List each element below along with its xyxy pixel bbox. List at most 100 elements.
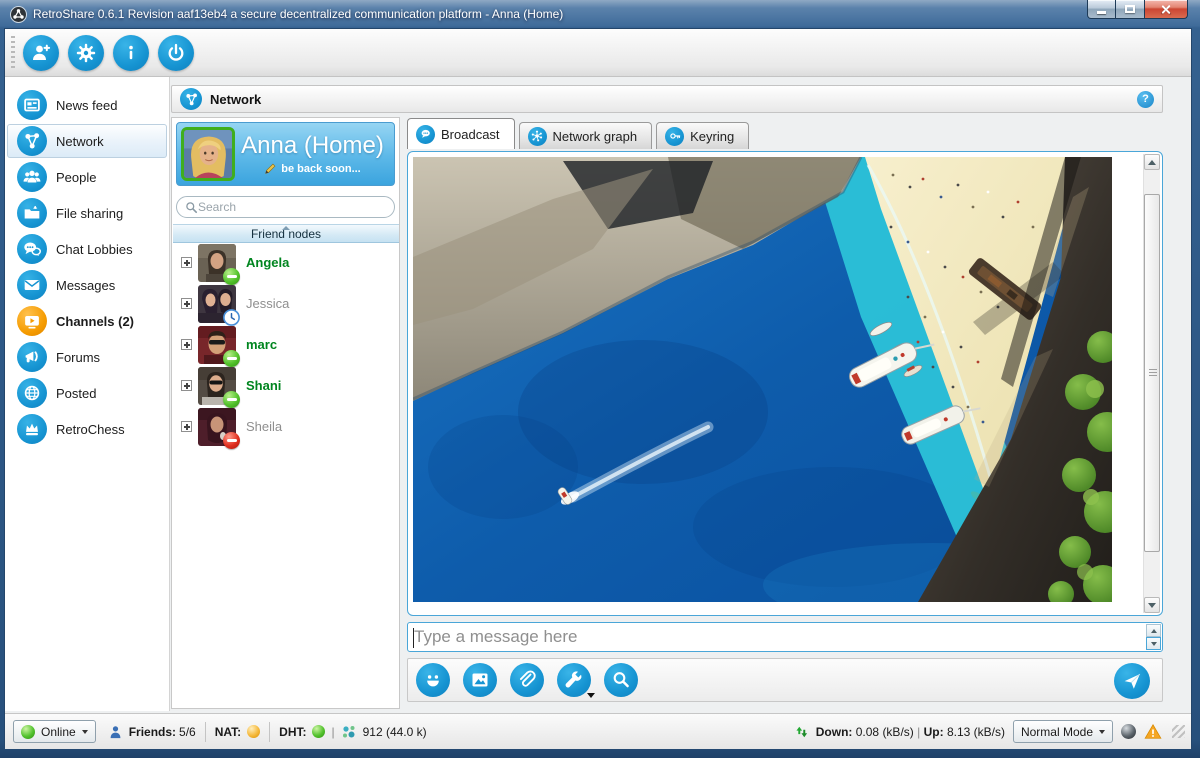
sidebar-item-people[interactable]: People <box>5 159 169 195</box>
friend-row-angela[interactable]: Angela <box>173 242 399 283</box>
chat-settings-button[interactable] <box>557 663 591 697</box>
tab-label: Broadcast <box>441 127 500 142</box>
friend-row-marc[interactable]: marc <box>173 324 399 365</box>
avatar[interactable] <box>181 127 235 181</box>
up-value: 8.13 (kB/s) <box>947 725 1005 739</box>
input-scroll-down-button[interactable] <box>1146 637 1161 650</box>
expand-icon[interactable] <box>181 339 192 350</box>
expand-icon[interactable] <box>181 380 192 391</box>
tab-keyring[interactable]: Keyring <box>656 122 749 149</box>
window-title: RetroShare 0.6.1 Revision aaf13eb4 a sec… <box>33 7 563 21</box>
tab-network-graph[interactable]: Network graph <box>519 122 653 149</box>
friends-label: Friends: <box>129 725 176 739</box>
attach-file-button[interactable] <box>510 663 544 697</box>
sidebar-item-posted[interactable]: Posted <box>5 375 169 411</box>
arrow-down-icon <box>1151 642 1157 646</box>
tab-broadcast[interactable]: Broadcast <box>407 118 515 149</box>
sidebar-item-label: Posted <box>56 386 96 401</box>
sidebar-item-label: Messages <box>56 278 115 293</box>
chat-history[interactable] <box>407 151 1163 616</box>
graph-icon <box>528 127 547 146</box>
sidebar-item-channels[interactable]: Channels (2) <box>5 303 169 339</box>
online-status-icon <box>21 725 35 739</box>
message-input-box[interactable] <box>407 622 1163 652</box>
scrollbar-thumb[interactable] <box>1144 194 1160 552</box>
attach-image-button[interactable] <box>463 663 497 697</box>
search-input[interactable] <box>198 200 386 214</box>
discovery-status-icon[interactable] <box>1121 724 1136 739</box>
warning-icon[interactable] <box>1144 723 1162 740</box>
sidebar-item-chat-lobbies[interactable]: Chat Lobbies <box>5 231 169 267</box>
sidebar-item-label: Network <box>56 134 104 149</box>
friend-row-sheila[interactable]: Sheila <box>173 406 399 447</box>
sidebar-item-messages[interactable]: Messages <box>5 267 169 303</box>
quit-button[interactable] <box>158 35 194 71</box>
friend-row-shani[interactable]: Shani <box>173 365 399 406</box>
status-right: Down: 0.08 (kB/s) | Up: 8.13 (kB/s) Norm… <box>792 720 1191 743</box>
sidebar-item-label: Forums <box>56 350 100 365</box>
sidebar-item-label: News feed <box>56 98 117 113</box>
scroll-up-button[interactable] <box>1144 154 1160 170</box>
search-chat-button[interactable] <box>604 663 638 697</box>
sidebar-item-network[interactable]: Network <box>5 123 169 159</box>
scroll-down-button[interactable] <box>1144 597 1160 613</box>
separator <box>205 722 206 742</box>
dht-status-icon <box>312 725 325 738</box>
friend-name: Sheila <box>246 419 282 434</box>
close-icon <box>1161 4 1172 15</box>
profile-card: Anna (Home) be back soon... <box>176 122 395 186</box>
friend-row-jessica[interactable]: Jessica <box>173 283 399 324</box>
dht-label: DHT: <box>279 725 306 739</box>
info-icon <box>119 41 143 65</box>
help-button[interactable]: ? <box>1137 91 1154 108</box>
expand-icon[interactable] <box>181 257 192 268</box>
sidebar-item-forums[interactable]: Forums <box>5 339 169 375</box>
search-icon <box>185 201 198 214</box>
sidebar-item-label: RetroChess <box>56 422 125 437</box>
sidebar-item-news-feed[interactable]: News feed <box>5 87 169 123</box>
anna-avatar-photo <box>184 130 232 178</box>
friend-search[interactable] <box>176 196 395 218</box>
status-message-button[interactable]: be back soon... <box>235 162 390 175</box>
status-message-text: be back soon... <box>281 163 360 175</box>
options-button[interactable] <box>68 35 104 71</box>
expand-icon[interactable] <box>181 421 192 432</box>
send-button[interactable] <box>1114 663 1150 699</box>
minimize-button[interactable] <box>1087 0 1116 19</box>
friend-name: Jessica <box>246 296 289 311</box>
chevron-down-icon <box>587 693 595 698</box>
input-scroll-up-button[interactable] <box>1146 624 1161 637</box>
profile-meta: Anna (Home) be back soon... <box>235 133 390 175</box>
mode-selector[interactable]: Normal Mode <box>1013 720 1113 743</box>
folder-share-icon <box>17 198 47 228</box>
network-icon <box>180 88 202 110</box>
expand-icon[interactable] <box>181 298 192 309</box>
friend-nodes-header[interactable]: Friend nodes <box>173 224 399 243</box>
add-friend-button[interactable] <box>23 35 59 71</box>
avatar <box>198 367 236 405</box>
wrench-icon <box>562 668 586 692</box>
traffic-arrows-icon <box>792 723 808 740</box>
pipe-separator: | <box>331 725 334 739</box>
sort-ascending-icon <box>282 226 290 230</box>
mode-selector-label: Normal Mode <box>1021 725 1093 739</box>
friend-name: Shani <box>246 378 281 393</box>
sidebar-item-retrochess[interactable]: RetroChess <box>5 411 169 447</box>
chevron-down-icon <box>82 730 88 734</box>
profile-name: Anna (Home) <box>235 133 390 159</box>
toolbar-grip[interactable] <box>11 36 15 70</box>
smiley-icon <box>421 668 445 692</box>
about-button[interactable] <box>113 35 149 71</box>
close-button[interactable] <box>1144 0 1188 19</box>
resize-grip[interactable] <box>1172 725 1185 738</box>
history-scrollbar[interactable] <box>1143 154 1160 613</box>
status-selector[interactable]: Online <box>13 720 96 743</box>
maximize-button[interactable] <box>1116 0 1144 19</box>
shared-photo-beach-cove <box>413 157 1112 602</box>
message-input[interactable] <box>414 625 1114 649</box>
title-bar[interactable]: RetroShare 0.6.1 Revision aaf13eb4 a sec… <box>0 0 1200 28</box>
sidebar-item-file-sharing[interactable]: File sharing <box>5 195 169 231</box>
retroshare-logo-icon <box>10 6 27 23</box>
emoticon-button[interactable] <box>416 663 450 697</box>
sidebar-item-label: Channels (2) <box>56 314 134 329</box>
